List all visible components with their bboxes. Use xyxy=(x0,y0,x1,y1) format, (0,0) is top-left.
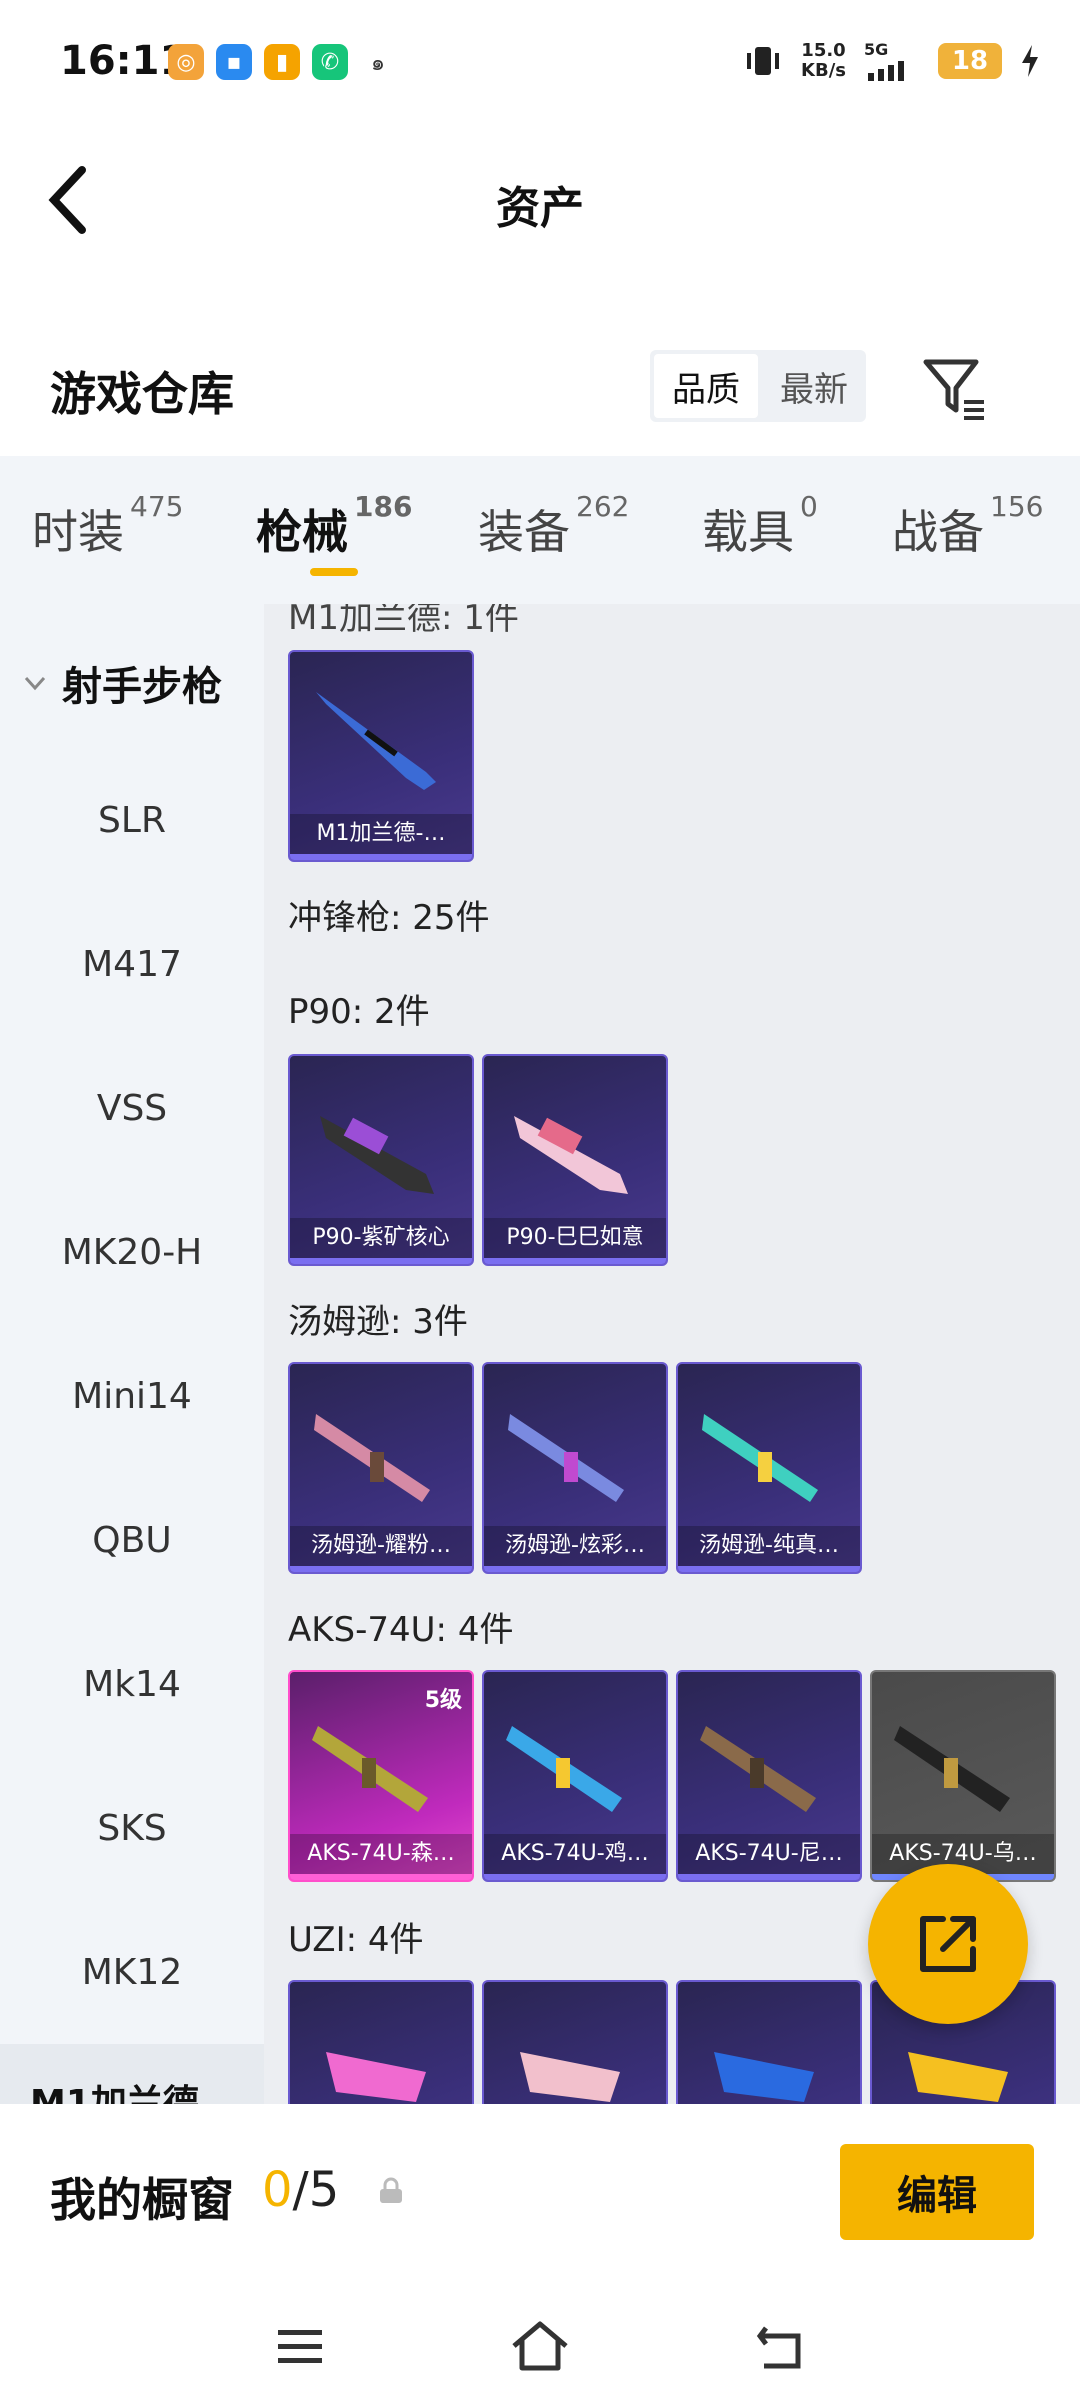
smg-icon xyxy=(320,1116,434,1194)
smg-icon xyxy=(508,1414,624,1502)
filter-icon[interactable] xyxy=(920,354,990,424)
tab-indicator xyxy=(310,568,358,576)
net-speed: 15.0 KB/s xyxy=(801,39,846,81)
category-tabs: 时装 475 枪械 186 装备 262 载具 0 战备 156 xyxy=(0,456,1080,604)
weapon-card[interactable]: AKS-74U-尼… xyxy=(676,1670,862,1882)
weapon-card[interactable]: 汤姆逊-纯真… xyxy=(676,1362,862,1574)
smg-icon xyxy=(506,1726,622,1812)
menu-icon[interactable] xyxy=(272,2318,328,2374)
smg-icon xyxy=(702,1414,818,1502)
sidebar-item-mini14[interactable]: Mini14 xyxy=(0,1376,264,1417)
cloud-icon: ▪ xyxy=(216,44,252,80)
weapon-card[interactable] xyxy=(676,1980,862,2104)
rifle-icon xyxy=(316,692,436,790)
weapon-card-name: AKS-74U-森… xyxy=(290,1834,472,1874)
smg-icon xyxy=(894,1726,1010,1812)
charging-icon xyxy=(1022,44,1038,77)
showcase-title: 我的橱窗 xyxy=(50,2173,234,2227)
tab-guns[interactable]: 枪械 186 xyxy=(256,490,412,562)
smg-icon xyxy=(312,1726,428,1812)
weapon-card[interactable]: 汤姆逊-耀粉… xyxy=(288,1362,474,1574)
page-title: 资产 xyxy=(496,183,584,234)
weapon-card-name: P90-巳巳如意 xyxy=(484,1218,666,1258)
weapon-card[interactable]: M1加兰德-… xyxy=(288,650,474,862)
weapon-sidebar: 射手步枪 SLR M417 VSS MK20-H Mini14 QBU Mk14… xyxy=(0,604,264,2104)
weapon-card-name: 汤姆逊-耀粉… xyxy=(290,1526,472,1566)
showcase-count: 0/5 xyxy=(262,2162,340,2218)
sidebar-item-m1-garand[interactable]: M1加兰德 xyxy=(0,2044,264,2104)
weapon-card-name: M1加兰德-… xyxy=(290,814,472,854)
group-label-aks74u: AKS-74U: 4件 xyxy=(288,1610,514,1650)
sidebar-item-m417[interactable]: M417 xyxy=(0,944,264,985)
chat-icon: ✆ xyxy=(312,44,348,80)
weapon-card-name: 汤姆逊-纯真… xyxy=(678,1526,860,1566)
smg-icon xyxy=(714,2052,814,2102)
weapon-card-name: AKS-74U-鸡… xyxy=(484,1834,666,1874)
sidebar-item-qbu[interactable]: QBU xyxy=(0,1520,264,1561)
tab-equipment[interactable]: 装备 262 xyxy=(478,490,629,562)
sidebar-item-slr[interactable]: SLR xyxy=(0,800,264,841)
weapon-card-name: AKS-74U-尼… xyxy=(678,1834,860,1874)
group-label-uzi: UZI: 4件 xyxy=(288,1920,424,1960)
smg-icon xyxy=(908,2052,1008,2102)
group-label-thompson: 汤姆逊: 3件 xyxy=(288,1302,468,1342)
sort-toggle: 品质 最新 xyxy=(650,350,866,422)
weapon-card-name: 汤姆逊-炫彩… xyxy=(484,1526,666,1566)
category-label-smg: 冲锋枪: 25件 xyxy=(288,898,490,938)
vibrate-icon xyxy=(747,46,780,75)
tab-fashion[interactable]: 时装 475 xyxy=(32,490,183,562)
lock-icon xyxy=(380,2177,402,2203)
home-icon[interactable] xyxy=(508,2318,572,2374)
smg-icon xyxy=(520,2052,620,2102)
status-bar: 16:11 ◎ ▪ ▮ ✆ ๑ 15.0 KB/s 5G 18 xyxy=(0,0,1080,130)
sidebar-item-mk20h[interactable]: MK20-H xyxy=(0,1232,264,1273)
showcase-bar: 我的橱窗 0/5 编辑 xyxy=(0,2104,1080,2294)
edit-button[interactable]: 编辑 xyxy=(840,2144,1034,2240)
sidebar-item-sks[interactable]: SKS xyxy=(0,1808,264,1849)
weapon-card[interactable]: AKS-74U-鸡… xyxy=(482,1670,668,1882)
weapon-card[interactable]: AKS-74U-乌… xyxy=(870,1670,1056,1882)
system-nav-bar xyxy=(0,2294,1080,2400)
signal-icon: 5G xyxy=(864,40,920,81)
smg-icon xyxy=(514,1116,628,1194)
sidebar-section-header[interactable]: 射手步枪 xyxy=(22,654,222,712)
sort-newest-button[interactable]: 最新 xyxy=(762,350,866,422)
tab-supplies[interactable]: 战备 156 xyxy=(892,490,1043,562)
group-label-p90: P90: 2件 xyxy=(288,992,430,1032)
battery-icon: 18 xyxy=(938,42,1002,79)
chevron-down-icon xyxy=(24,676,46,691)
weibo-icon: ◎ xyxy=(168,44,204,80)
smg-icon xyxy=(700,1726,816,1812)
note-icon: ▮ xyxy=(264,44,300,80)
weapon-card-name: P90-紫矿核心 xyxy=(290,1218,472,1258)
share-icon xyxy=(920,1916,976,1972)
warehouse-row: 游戏仓库 品质 最新 xyxy=(0,330,1080,450)
share-fab[interactable] xyxy=(868,1864,1028,2024)
back-nav-icon[interactable] xyxy=(752,2318,808,2374)
sidebar-item-mk14[interactable]: Mk14 xyxy=(0,1664,264,1705)
tab-vehicles[interactable]: 载具 0 xyxy=(702,490,818,562)
weapon-card[interactable] xyxy=(288,1980,474,2104)
sidebar-item-vss[interactable]: VSS xyxy=(0,1088,264,1129)
weapon-card[interactable]: 5级 AKS-74U-森… xyxy=(288,1670,474,1882)
netease-icon: ๑ xyxy=(360,44,396,80)
smg-icon xyxy=(314,1414,430,1502)
weapon-card[interactable]: 汤姆逊-炫彩… xyxy=(482,1362,668,1574)
sidebar-item-mk12[interactable]: MK12 xyxy=(0,1952,264,1993)
weapon-card[interactable] xyxy=(482,1980,668,2104)
weapon-card[interactable]: P90-紫矿核心 xyxy=(288,1054,474,1266)
smg-icon xyxy=(326,2052,426,2102)
status-system: 15.0 KB/s 5G 18 xyxy=(743,40,1040,81)
warehouse-title: 游戏仓库 xyxy=(50,367,234,421)
status-app-icons: ◎ ▪ ▮ ✆ ๑ xyxy=(168,44,396,80)
group-label-m1: M1加兰德: 1件 xyxy=(288,604,519,638)
sort-quality-button[interactable]: 品质 xyxy=(654,354,758,418)
page-header: 资产 xyxy=(0,140,1080,250)
weapon-card[interactable]: P90-巳巳如意 xyxy=(482,1054,668,1266)
